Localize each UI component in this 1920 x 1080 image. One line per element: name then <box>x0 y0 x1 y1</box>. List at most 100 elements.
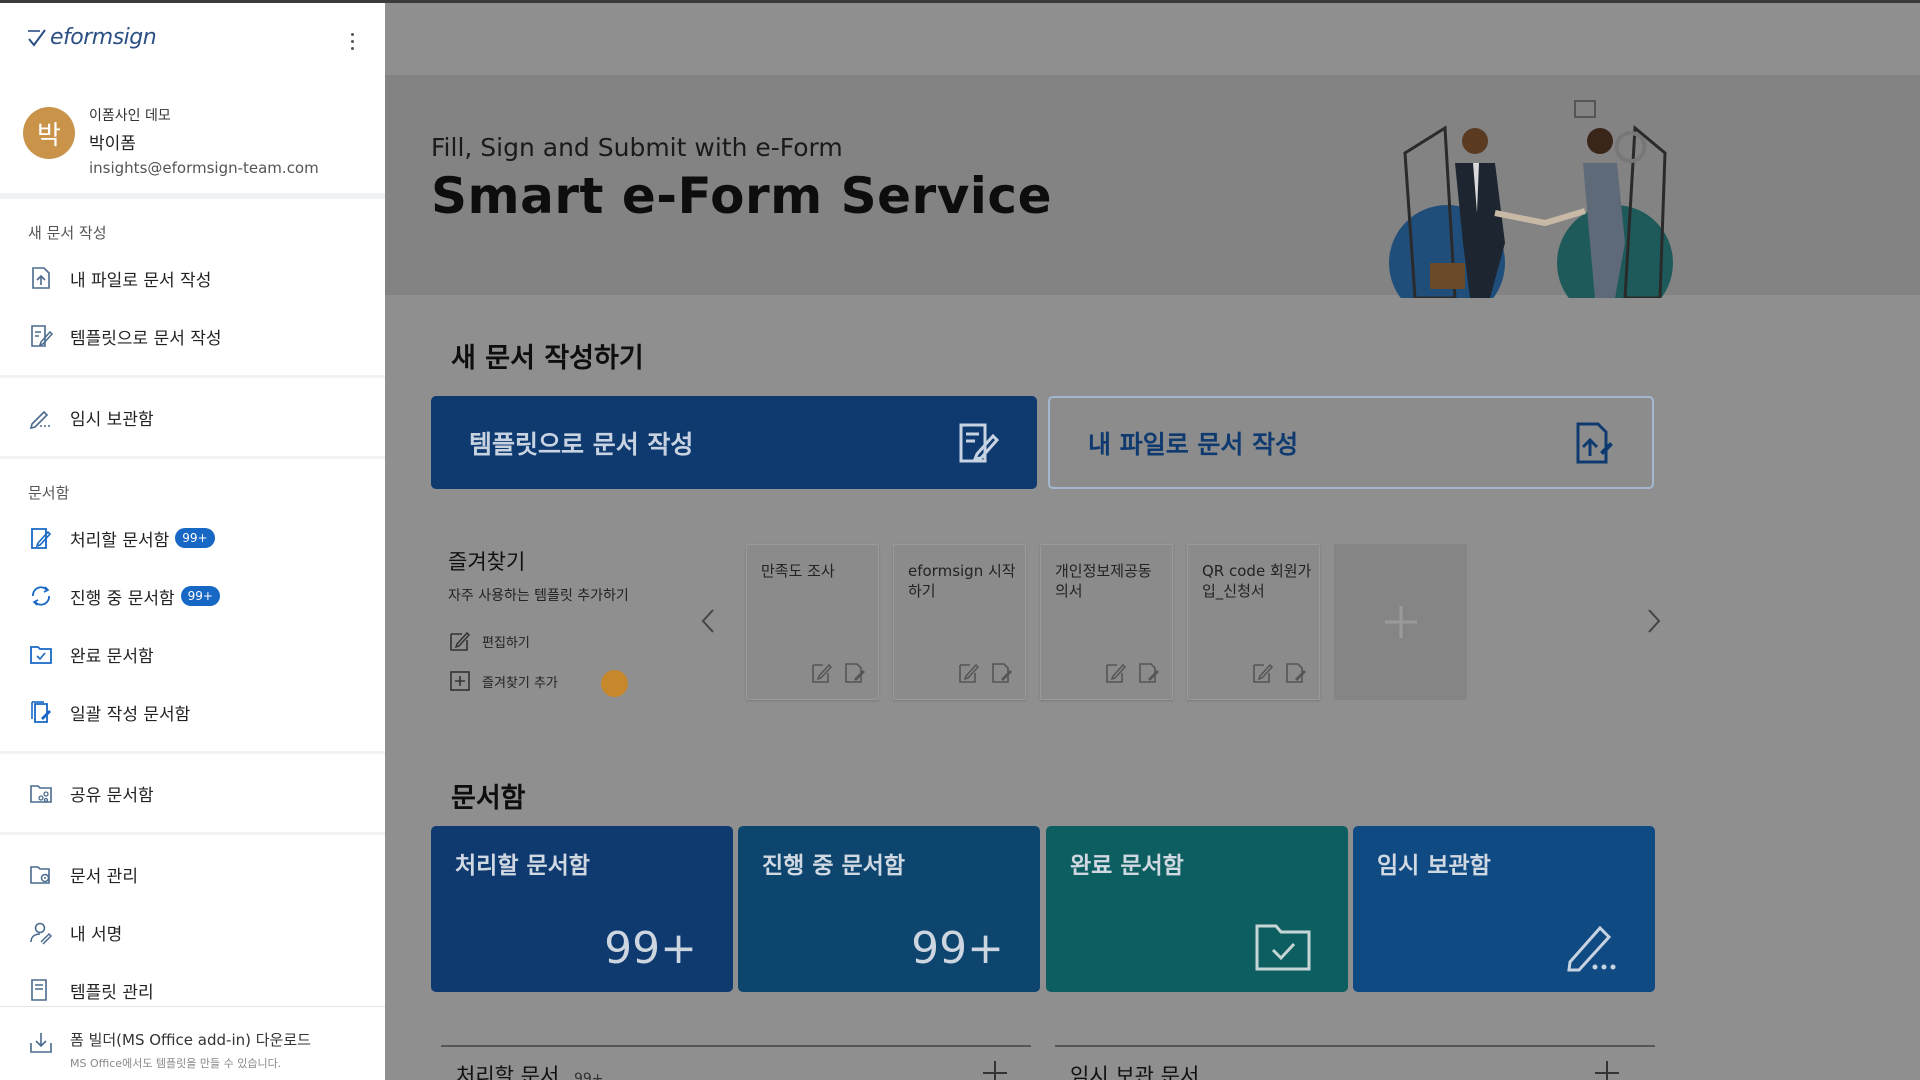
carousel-prev-icon[interactable] <box>696 601 720 641</box>
todo-list-header: 처리할 문서 99+ <box>456 1060 604 1080</box>
carousel-next-icon[interactable] <box>1642 601 1666 641</box>
shared-folder-icon <box>27 779 55 807</box>
sidebar-item-new-from-file[interactable]: 내 파일로 문서 작성 <box>0 249 385 307</box>
pencil-dots-icon <box>27 403 55 431</box>
sidebar-item-label: 일괄 작성 문서함 <box>70 704 191 725</box>
signature-user-icon <box>27 918 55 946</box>
sidebar-item-in-progress[interactable]: 진행 중 문서함 99+ <box>0 567 385 625</box>
template-name: 만족도 조사 <box>761 562 835 580</box>
sidebar-item-my-signature[interactable]: 내 서명 <box>0 903 385 961</box>
template-name: QR code 회원가입_신청서 <box>1202 562 1312 600</box>
sidebar-section-new: 새 문서 작성 내 파일로 문서 작성 템플릿으로 문서 작성 <box>0 199 385 378</box>
new-from-template-button[interactable]: 템플릿으로 문서 작성 <box>431 396 1037 489</box>
template-manage-icon <box>27 976 55 1004</box>
docbox-label: 처리할 문서함 <box>455 853 590 879</box>
docbox-todo-card[interactable]: 처리할 문서함 99+ <box>431 826 733 992</box>
sidebar-item-label: 문서 관리 <box>70 866 138 887</box>
favorites-title: 즐겨찾기 <box>448 550 526 574</box>
pencil-dots-icon <box>1567 925 1616 972</box>
template-name: eformsign 시작하기 <box>908 562 1016 600</box>
favorite-template-card[interactable]: 개인정보제공동의서 <box>1040 544 1173 700</box>
edit-template-icon[interactable] <box>810 661 834 685</box>
favorite-template-card[interactable]: QR code 회원가입_신청서 <box>1187 544 1320 700</box>
sidebar-item-bulk[interactable]: 일괄 작성 문서함 <box>0 683 385 741</box>
docbox-count: 99+ <box>604 923 697 974</box>
footer-subtitle: MS Office에서도 템플릿을 만들 수 있습니다. <box>70 1057 282 1070</box>
sidebar-section-shared: 공유 문서함 <box>0 754 385 835</box>
add-draft-icon[interactable] <box>1592 1058 1622 1080</box>
sidebar-header: eformsign <box>0 3 385 75</box>
new-from-file-button[interactable]: 내 파일로 문서 작성 <box>1048 396 1654 489</box>
sidebar-item-drafts[interactable]: 임시 보관함 <box>0 388 385 446</box>
sidebar-item-label: 처리할 문서함 <box>70 530 170 551</box>
add-todo-icon[interactable] <box>980 1058 1010 1080</box>
main-content: Fill, Sign and Submit with e-Form Smart … <box>385 3 1920 1080</box>
user-email: insights@eformsign-team.com <box>89 159 319 177</box>
in-progress-icon <box>27 582 55 610</box>
docbox-label: 완료 문서함 <box>1070 853 1184 879</box>
sidebar-item-label: 공유 문서함 <box>70 785 154 806</box>
edit-template-icon[interactable] <box>1104 661 1128 685</box>
avatar[interactable]: 박 <box>23 107 75 159</box>
new-doc-heading: 새 문서 작성하기 <box>451 343 644 374</box>
todo-list-count: 99+ <box>573 1071 604 1080</box>
sidebar-item-label: 템플릿으로 문서 작성 <box>70 328 222 349</box>
button-label: 템플릿으로 문서 작성 <box>469 429 694 459</box>
window-top-border <box>0 0 1920 3</box>
favorite-template-card[interactable]: 만족도 조사 <box>746 544 879 700</box>
handshake-illustration <box>1389 100 1673 298</box>
new-document-icon[interactable] <box>1283 661 1307 685</box>
docbox-completed-card[interactable]: 완료 문서함 <box>1046 826 1348 992</box>
doc-manage-icon <box>27 860 55 888</box>
edit-template-icon[interactable] <box>957 661 981 685</box>
sidebar-item-completed[interactable]: 완료 문서함 <box>0 625 385 683</box>
add-favorite-card[interactable] <box>1334 544 1467 700</box>
bulk-doc-icon <box>27 698 55 726</box>
favorite-template-card[interactable]: eformsign 시작하기 <box>893 544 1026 700</box>
sidebar-item-shared[interactable]: 공유 문서함 <box>0 764 385 822</box>
file-upload-icon <box>1576 422 1613 463</box>
favorites-add-label: 즐겨찾기 추가 <box>482 675 558 691</box>
hero-subtitle: Fill, Sign and Submit with e-Form <box>431 133 843 162</box>
template-edit-icon <box>27 322 55 350</box>
eformsign-logo[interactable]: eformsign <box>26 25 157 50</box>
sidebar-item-todo[interactable]: 처리할 문서함 99+ <box>0 509 385 567</box>
favorites-edit-label: 편집하기 <box>482 635 530 651</box>
form-builder-download[interactable]: 폼 빌더(MS Office add-in) 다운로드 MS Office에서도… <box>0 1006 385 1080</box>
new-document-icon[interactable] <box>842 661 866 685</box>
sidebar-section-docbox: 문서함 처리할 문서함 99+ 진행 중 문서함 99+ 완료 문서함 일괄 작… <box>0 459 385 754</box>
completed-folder-icon <box>27 640 55 668</box>
new-document-icon[interactable] <box>989 661 1013 685</box>
logo-check-icon <box>28 28 46 47</box>
new-document-icon[interactable] <box>1136 661 1160 685</box>
hero-title: Smart e-Form Service <box>431 167 1052 225</box>
plus-box-icon <box>450 671 470 691</box>
sidebar-section-title: 문서함 <box>28 484 70 502</box>
docbox-in-progress-card[interactable]: 진행 중 문서함 99+ <box>738 826 1040 992</box>
user-profile: 박 이폼사인 데모 박이폼 insights@eformsign-team.co… <box>0 75 385 199</box>
sidebar-section-title: 새 문서 작성 <box>28 224 107 242</box>
edit-icon <box>450 631 471 651</box>
more-menu-icon[interactable] <box>340 27 364 55</box>
company-name: 이폼사인 데모 <box>89 108 171 124</box>
count-badge: 99+ <box>175 528 215 548</box>
edit-template-icon[interactable] <box>1251 661 1275 685</box>
todo-doc-icon <box>27 524 55 552</box>
draft-list-title: 임시 보관 문서 <box>1070 1064 1200 1080</box>
hero-banner: Fill, Sign and Submit with e-Form Smart … <box>385 75 1920 298</box>
template-edit-icon <box>959 423 1000 462</box>
docbox-label: 임시 보관함 <box>1377 853 1491 879</box>
favorites-edit-button[interactable]: 편집하기 <box>448 629 530 653</box>
footer-title: 폼 빌더(MS Office add-in) 다운로드 <box>70 1031 311 1049</box>
sidebar-item-doc-manage[interactable]: 문서 관리 <box>0 845 385 903</box>
todo-list-title: 처리할 문서 <box>456 1064 560 1080</box>
template-name: 개인정보제공동의서 <box>1055 562 1152 600</box>
docbox-heading: 문서함 <box>451 783 526 814</box>
sidebar-item-new-from-template[interactable]: 템플릿으로 문서 작성 <box>0 307 385 365</box>
sidebar-item-label: 템플릿 관리 <box>70 982 154 1003</box>
sidebar: eformsign 박 이폼사인 데모 박이폼 insights@eformsi… <box>0 3 385 1080</box>
docbox-draft-card[interactable]: 임시 보관함 <box>1353 826 1655 992</box>
favorites-subtitle: 자주 사용하는 템플릿 추가하기 <box>448 588 629 604</box>
user-name: 박이폼 <box>89 134 136 154</box>
favorites-add-button[interactable]: 즐겨찾기 추가 <box>448 669 558 693</box>
